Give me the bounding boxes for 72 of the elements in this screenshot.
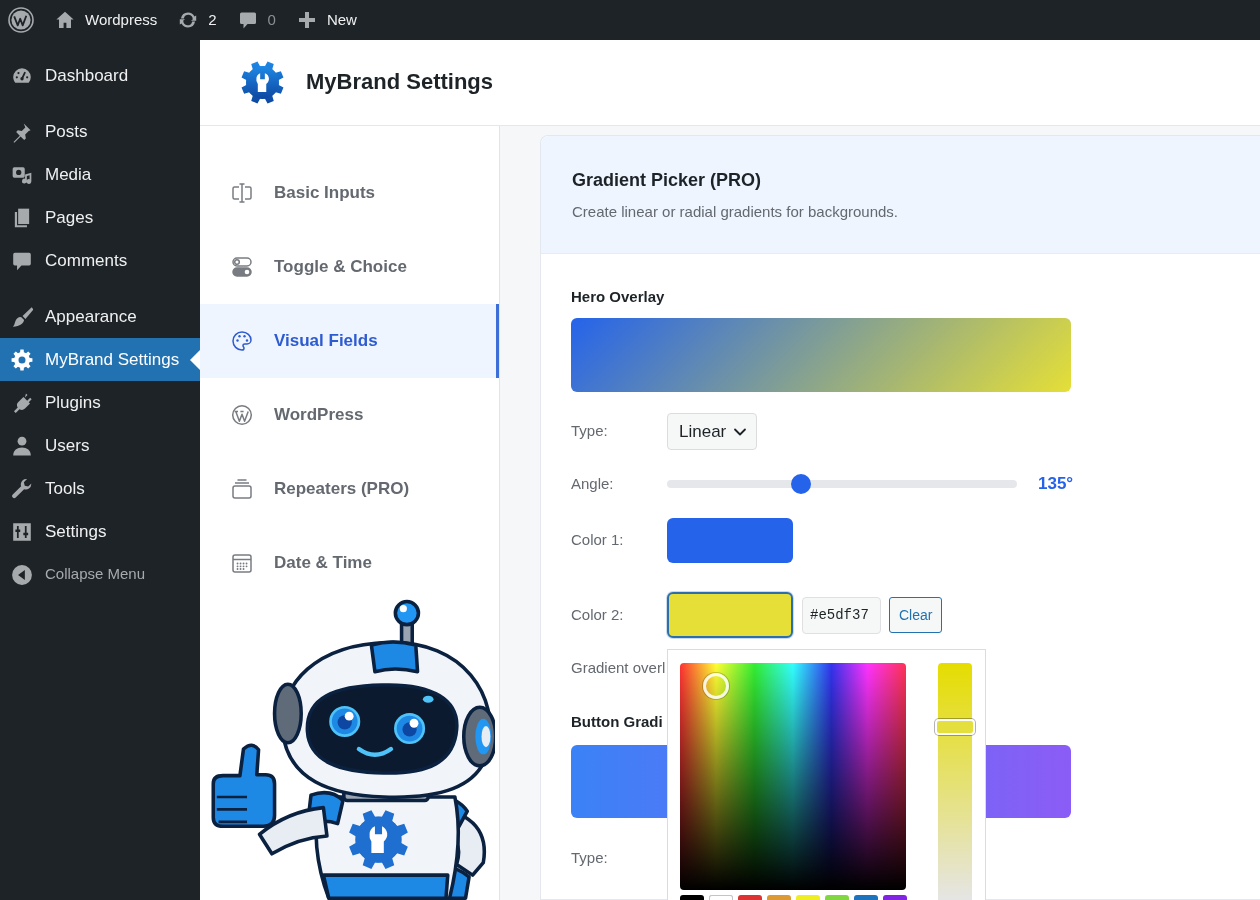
wrench-icon [11, 477, 33, 500]
refresh-icon [178, 10, 199, 30]
palette-swatch-icon[interactable] [796, 895, 820, 900]
menu-item[interactable]: MyBrand Settings [0, 338, 200, 381]
tab[interactable]: WordPress [200, 378, 499, 452]
comments-link[interactable]: 0 [237, 8, 276, 32]
slider-thumb[interactable] [790, 474, 811, 494]
palette-swatch-icon[interactable] [709, 895, 733, 900]
palette-icon [230, 329, 254, 353]
tab[interactable]: Repeaters (PRO) [200, 452, 499, 526]
color-swatch[interactable] [667, 518, 793, 563]
tab[interactable]: Toggle & Choice [200, 230, 499, 304]
wordpress-logo-icon [230, 403, 254, 427]
gear-icon [11, 348, 33, 371]
comment-icon [237, 10, 258, 30]
user-icon [11, 434, 33, 457]
tab[interactable]: Visual Fields [200, 304, 499, 378]
tab[interactable]: Basic Inputs [200, 156, 499, 230]
field-label: Color 1: [571, 530, 625, 551]
palette-swatch-icon[interactable] [854, 895, 878, 900]
field-title: Hero Overlay [571, 287, 665, 307]
collapse-menu-button[interactable]: Collapse Menu [0, 553, 200, 596]
palette-swatch-icon[interactable] [680, 895, 704, 900]
field-title: Button Gradi [571, 712, 663, 732]
menu-item[interactable]: Media [0, 153, 200, 196]
menu-item[interactable]: Users [0, 424, 200, 467]
menu-item[interactable]: Comments [0, 239, 200, 282]
menu-item[interactable]: Pages [0, 196, 200, 239]
section-description: Create linear or radial gradients for backgrounds. [572, 202, 898, 222]
site-logo-icon[interactable] [8, 7, 34, 33]
tab[interactable]: Date & Time [200, 526, 499, 600]
updates-link[interactable]: 2 [178, 8, 217, 32]
paintbrush-icon [11, 305, 33, 328]
text-cursor-icon [230, 181, 254, 205]
palette-swatch-icon[interactable] [825, 895, 849, 900]
menu-pointer-icon [190, 349, 200, 370]
menu-item[interactable]: Appearance [0, 295, 200, 338]
color-picker-handle[interactable] [703, 673, 730, 700]
palette-swatch-icon[interactable] [767, 895, 791, 900]
type-select[interactable]: Linear [667, 413, 757, 450]
menu-item[interactable]: Posts [0, 110, 200, 153]
site-name-link[interactable]: Wordpress [55, 8, 158, 32]
color-field[interactable] [680, 663, 906, 890]
menu-item[interactable]: Tools [0, 467, 200, 510]
menu-item[interactable]: Settings [0, 510, 200, 553]
home-icon [55, 10, 75, 30]
calendar-icon [230, 551, 254, 575]
palette-swatch-icon[interactable] [738, 895, 762, 900]
collapse-icon [11, 563, 33, 586]
plug-icon [11, 391, 33, 414]
field-description: Gradient overl [571, 658, 666, 678]
angle-slider[interactable] [667, 474, 1017, 494]
field-label: Color 2: [571, 604, 625, 625]
section-title: Gradient Picker (PRO) [572, 169, 762, 192]
toggle-icon [230, 255, 254, 279]
palette-swatch-icon[interactable] [883, 895, 907, 900]
field-label: Type: [571, 847, 609, 868]
new-content-link[interactable]: New [296, 8, 357, 32]
sliders-icon [11, 520, 33, 543]
color-swatch[interactable] [667, 592, 793, 638]
plus-icon [296, 10, 317, 30]
menu-item[interactable]: Plugins [0, 381, 200, 424]
stack-icon [230, 477, 254, 501]
menu-item[interactable]: Dashboard [0, 54, 200, 97]
hex-input[interactable]: #e5df37 [802, 596, 881, 634]
saturation-slider[interactable] [935, 663, 975, 900]
gear-wrench-logo-icon [240, 60, 285, 105]
angle-value: 135° [1038, 473, 1074, 496]
page-title: MyBrand Settings [306, 69, 494, 96]
field-label: Type: [571, 421, 609, 442]
field-label: Angle: [571, 473, 615, 494]
clear-button[interactable]: Clear [889, 597, 943, 633]
